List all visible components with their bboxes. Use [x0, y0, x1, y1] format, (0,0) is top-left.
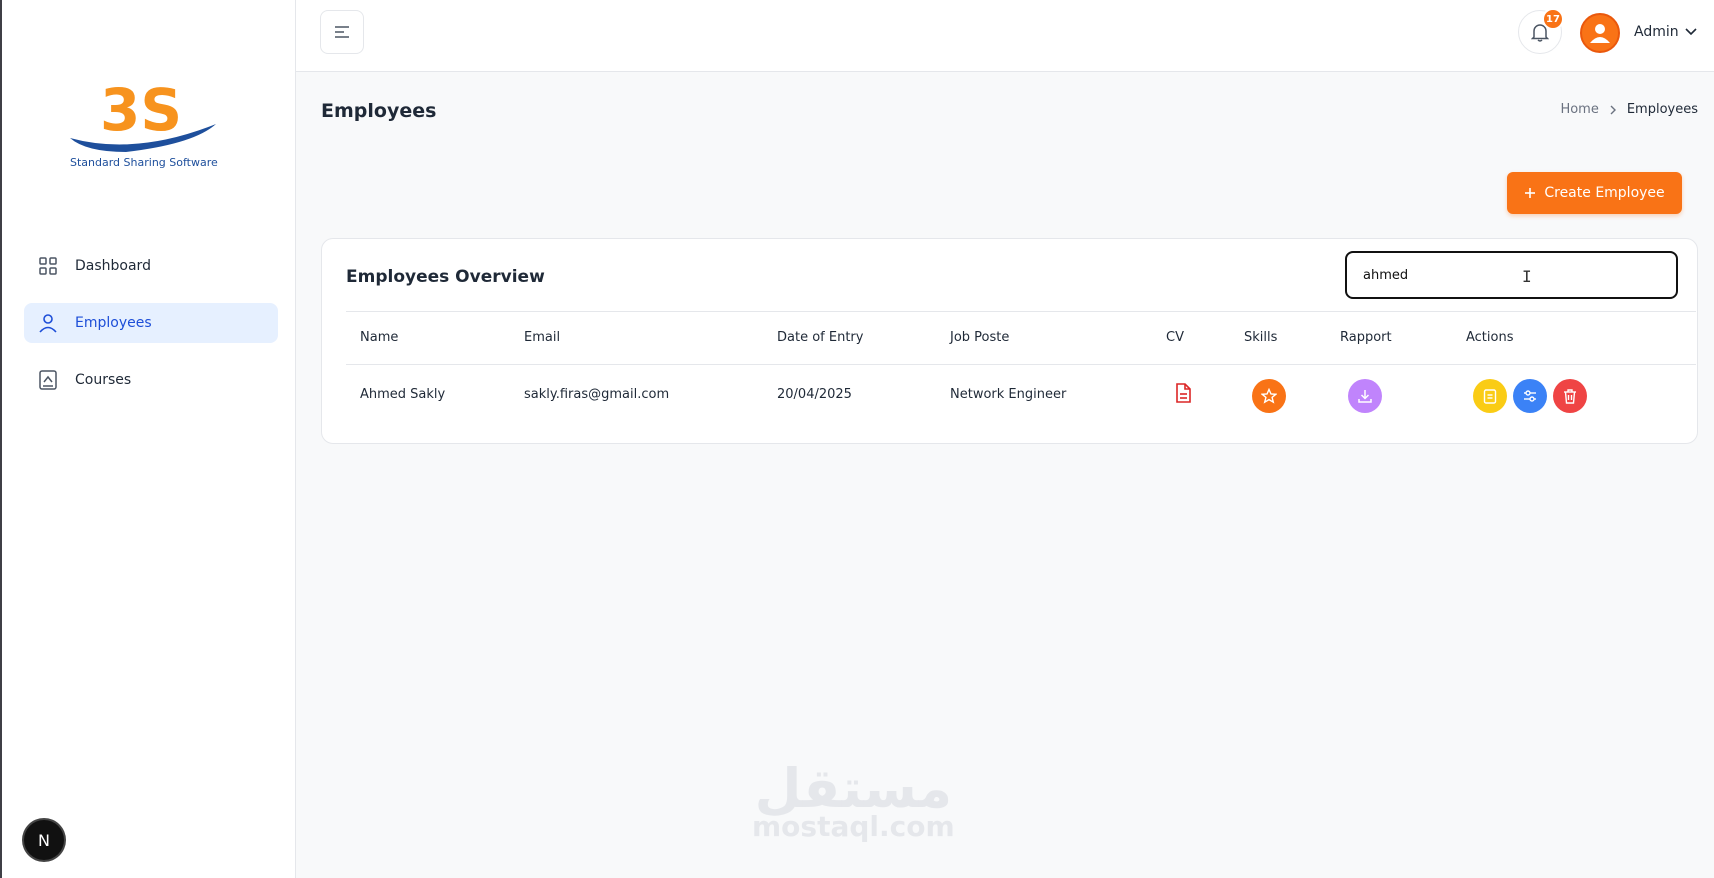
watermark-latin: mostaql.com [752, 810, 955, 843]
sidebar-item-label: Employees [75, 315, 152, 331]
user-menu[interactable]: Admin [1634, 24, 1697, 40]
cell-name: Ahmed Sakly [360, 387, 446, 402]
brand-logo[interactable]: 3S Standard Sharing Software [66, 72, 226, 172]
column-header-cv: CV [1166, 330, 1184, 345]
logo-mark-icon: 3S [70, 76, 216, 152]
employees-overview-card: Employees Overview I Name Email Date of … [321, 238, 1698, 444]
column-header-rapport: Rapport [1340, 330, 1392, 345]
download-icon [1358, 390, 1372, 403]
user-avatar-icon [1590, 24, 1610, 43]
menu-icon [335, 26, 349, 38]
column-header-job: Job Poste [950, 330, 1010, 345]
breadcrumb-home[interactable]: Home [1560, 102, 1598, 117]
search-input[interactable] [1345, 251, 1678, 299]
user-icon [38, 313, 58, 333]
table-header: Name Email Date of Entry Job Poste CV Sk… [346, 311, 1696, 365]
cell-date: 20/04/2025 [777, 387, 852, 402]
column-header-skills: Skills [1244, 330, 1278, 345]
menu-toggle-button[interactable] [320, 10, 364, 54]
sidebar-item-label: Dashboard [75, 258, 151, 274]
skills-button[interactable] [1252, 379, 1286, 413]
page-title: Employees [321, 100, 437, 122]
cv-document-icon[interactable] [1175, 383, 1191, 407]
edit-button[interactable] [1513, 379, 1547, 413]
column-header-actions: Actions [1466, 330, 1514, 345]
column-header-date: Date of Entry [777, 330, 864, 345]
create-employee-button[interactable]: Create Employee [1507, 172, 1682, 214]
logo-letters: 3S [100, 76, 182, 144]
create-employee-label: Create Employee [1544, 185, 1665, 201]
watermark: مستقل mostaql.com [752, 757, 955, 844]
chevron-right-icon [1610, 105, 1616, 114]
brand-tagline: Standard Sharing Software [70, 156, 218, 169]
avatar[interactable] [1580, 13, 1620, 53]
cell-email: sakly.firas@gmail.com [524, 387, 670, 402]
sidebar: 3S Standard Sharing Software Dashboard E… [0, 0, 296, 878]
watermark-arabic: مستقل [754, 757, 953, 820]
view-button[interactable] [1473, 379, 1507, 413]
notification-count-badge: 17 [1542, 8, 1564, 30]
star-icon [1261, 388, 1277, 404]
sidebar-nav: Dashboard Employees Courses [24, 246, 278, 417]
column-header-email: Email [524, 330, 561, 345]
devtools-badge[interactable]: N [24, 820, 64, 860]
rapport-download-button[interactable] [1348, 379, 1382, 413]
topbar: 17 Admin [296, 0, 1714, 72]
sliders-icon [1524, 390, 1536, 402]
book-icon [38, 370, 58, 390]
user-name: Admin [1634, 24, 1679, 40]
grid-icon [38, 256, 58, 276]
cell-job: Network Engineer [950, 387, 1067, 402]
sidebar-item-dashboard[interactable]: Dashboard [24, 246, 278, 286]
table-row: Ahmed Sakly sakly.firas@gmail.com 20/04/… [346, 365, 1696, 427]
sidebar-item-label: Courses [75, 372, 132, 388]
clipboard-icon [1483, 389, 1497, 404]
chevron-down-icon [1685, 28, 1697, 36]
delete-button[interactable] [1553, 379, 1587, 413]
card-title: Employees Overview [346, 267, 545, 287]
sidebar-item-courses[interactable]: Courses [24, 360, 278, 400]
breadcrumb-current: Employees [1626, 102, 1698, 117]
column-header-name: Name [360, 330, 399, 345]
trash-icon [1564, 389, 1576, 404]
plus-icon [1525, 188, 1536, 198]
breadcrumb: Home Employees [1560, 102, 1698, 117]
sidebar-item-employees[interactable]: Employees [24, 303, 278, 343]
text-cursor-icon: I [1522, 267, 1532, 286]
